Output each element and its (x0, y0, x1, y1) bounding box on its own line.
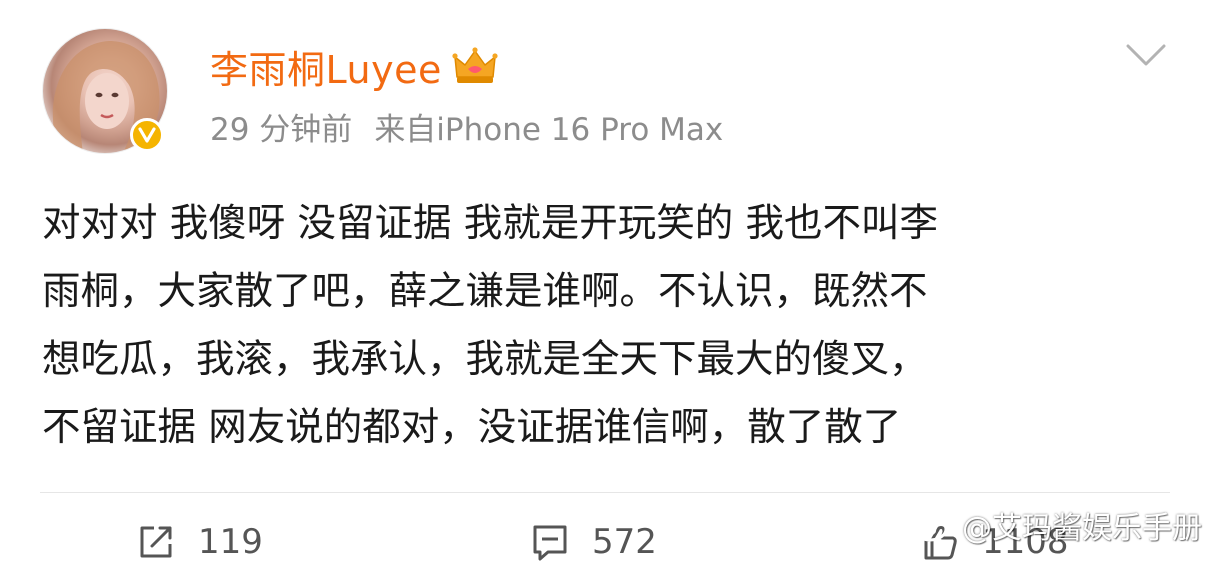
weibo-post: 李雨桐Luyee 29 分钟前 来自iPhone 16 Pro Max 对对对 … (0, 0, 1206, 562)
post-meta: 29 分钟前 来自iPhone 16 Pro Max (210, 104, 723, 148)
post-content-line: 不留证据 网友说的都对，没证据谁信啊，散了散了 (42, 405, 902, 450)
post-content-line: 想吃瓜，我滚，我承认，我就是全天下最大的傻叉， (42, 337, 928, 382)
crown-icon[interactable] (452, 45, 498, 87)
comment-icon (533, 525, 567, 561)
watermark-text: @艾玛酱娱乐手册 (962, 511, 1202, 546)
author-name[interactable]: 李雨桐Luyee (210, 39, 442, 94)
post-content-line: 对对对 我傻呀 没留证据 我就是开玩笑的 我也不叫李 (42, 201, 938, 246)
author-row: 李雨桐Luyee (210, 40, 498, 92)
verified-badge (130, 118, 164, 152)
repost-icon (140, 526, 172, 558)
weibo-logo-icon (912, 509, 954, 542)
comment-count: 572 (592, 522, 657, 562)
post-time: 29 分钟前 (210, 111, 353, 148)
post-content-line: 雨桐，大家散了吧，薛之谦是谁啊。不认识，既然不 (42, 269, 928, 314)
watermark: @艾玛酱娱乐手册 (912, 500, 1202, 550)
repost-button[interactable]: 119 (136, 522, 263, 562)
repost-count: 119 (198, 522, 263, 562)
verified-v-icon (138, 127, 156, 143)
comment-button[interactable]: 572 (530, 522, 657, 562)
post-content: 对对对 我傻呀 没留证据 我就是开玩笑的 我也不叫李 雨桐，大家散了吧，薛之谦是… (42, 190, 1172, 462)
action-divider (40, 492, 1170, 493)
post-source: 来自iPhone 16 Pro Max (374, 111, 724, 148)
chevron-down-icon[interactable] (1124, 40, 1168, 70)
